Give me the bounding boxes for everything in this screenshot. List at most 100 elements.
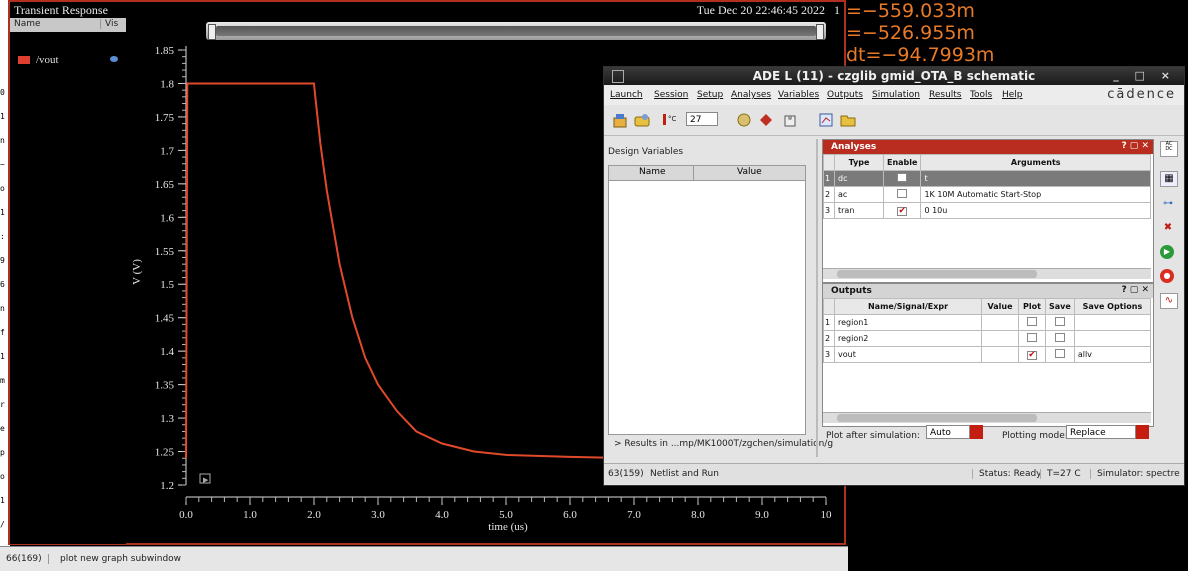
menu-simulation[interactable]: Simulation (872, 90, 920, 100)
status-count: 66(169) (6, 554, 49, 564)
save-checkbox[interactable] (1054, 349, 1065, 358)
chevron-down-icon[interactable] (970, 425, 983, 439)
ade-titlebar[interactable]: ADE L (11) - czglib gmid_OTA_B schematic… (604, 67, 1184, 85)
edit-variables-icon[interactable] (758, 112, 774, 128)
save-checkbox[interactable] (1054, 317, 1065, 326)
plot-after-dropdown[interactable]: Auto (926, 425, 970, 439)
dv-col-name: Name (639, 167, 666, 177)
open-state-icon[interactable] (634, 112, 650, 128)
scroll-thumb[interactable] (837, 270, 1037, 278)
netlist-icon[interactable]: ⊶ (1160, 197, 1176, 211)
table-row[interactable]: 2 ac 1K 10M Automatic Start-Stop (823, 186, 1151, 203)
design-variables-header: Name Value (609, 166, 805, 181)
save-options (1073, 314, 1152, 331)
left-strip-char: n (0, 304, 5, 313)
plot-waveform-icon[interactable]: ∿ (1160, 293, 1178, 309)
x-tick-label: 9.0 (755, 509, 769, 521)
menu-setup[interactable]: Setup (697, 90, 723, 100)
enable-checkbox-checked[interactable]: ✔ (897, 206, 908, 216)
time-range-track[interactable] (216, 26, 816, 36)
row-number: 1 (823, 314, 835, 331)
temperature-icon[interactable]: °C (660, 112, 676, 128)
y-tick-label: 1.65 (155, 179, 175, 191)
visibility-eye-icon[interactable] (110, 56, 118, 62)
waveform-status-bar: 66(169) plot new graph subwindow (0, 546, 848, 571)
time-range-left-handle[interactable] (208, 24, 216, 40)
y-tick-label: 1.6 (160, 212, 174, 224)
enable-checkbox[interactable] (897, 189, 908, 198)
launch-icon[interactable] (612, 112, 628, 128)
menu-outputs[interactable]: Outputs (827, 90, 863, 100)
grid-icon[interactable]: ▦ (1160, 171, 1178, 187)
y-tick-label: 1.25 (155, 447, 175, 459)
left-strip-char: / (0, 520, 5, 529)
plot-checkbox[interactable] (1027, 317, 1037, 326)
menu-session[interactable]: Session (654, 90, 688, 100)
choose-analyses-icon[interactable] (736, 112, 752, 128)
y-tick-label: 1.5 (160, 279, 174, 291)
time-range-scrollbar[interactable] (206, 22, 826, 40)
table-row[interactable]: 1 dc t (823, 170, 1151, 187)
panel-controls[interactable]: ? ▢ ✕ (1121, 285, 1149, 295)
y-tick-label: 1.3 (160, 413, 174, 425)
signal-legend: Name Vis /vout (10, 18, 126, 544)
menu-analyses[interactable]: Analyses (731, 90, 771, 100)
window-controls[interactable]: _ □ × (1113, 69, 1176, 82)
svg-text:°C: °C (668, 115, 676, 123)
left-strip-char: 6 (0, 280, 5, 289)
left-strip-char: 0 (0, 88, 5, 97)
menu-results[interactable]: Results (929, 90, 962, 100)
menu-variables[interactable]: Variables (778, 90, 819, 100)
table-row[interactable]: 3 tran ✔ 0 10u (823, 202, 1151, 219)
panel-controls[interactable]: ? ▢ ✕ (1121, 141, 1149, 151)
design-variables-table[interactable]: Name Value (608, 165, 806, 435)
x-tick-label: 7.0 (627, 509, 641, 521)
output-name: region2 (834, 330, 982, 347)
plot-checkbox[interactable] (1027, 333, 1037, 342)
plot-checkbox-checked[interactable]: ✔ (1027, 350, 1037, 360)
status-message: plot new graph subwindow (60, 554, 182, 564)
table-row[interactable]: 3 vout ✔ allv (823, 346, 1152, 363)
folder-icon[interactable] (840, 112, 856, 128)
menu-help[interactable]: Help (1002, 90, 1023, 100)
outputs-table: Name/Signal/Expr Value Plot Save Save Op… (823, 298, 1152, 363)
time-range-right-handle[interactable] (816, 24, 824, 40)
table-row[interactable]: 2 region2 (823, 330, 1152, 347)
readout-line: =−526.955m (846, 22, 975, 44)
plotting-mode-dropdown[interactable]: Replace (1066, 425, 1136, 439)
table-row[interactable]: 1 region1 (823, 314, 1152, 331)
analysis-list-icon[interactable]: AC DC (1160, 141, 1178, 157)
save-checkbox[interactable] (1054, 333, 1065, 342)
legend-signal-vout[interactable]: /vout (18, 54, 59, 66)
menu-tools[interactable]: Tools (970, 90, 992, 100)
run-icon[interactable]: ▶ (1160, 245, 1174, 259)
delete-icon[interactable]: ✖ (1160, 221, 1176, 235)
status-message: Netlist and Run (650, 469, 719, 479)
stop-icon[interactable]: ● (1160, 269, 1174, 283)
analyses-hscrollbar[interactable] (823, 268, 1151, 279)
plot-outputs-icon[interactable] (818, 112, 834, 128)
left-strip-char: 1 (0, 496, 5, 505)
x-axis-label: time (us) (488, 521, 528, 533)
left-strip-char: p (0, 448, 5, 457)
ade-status-bar: 63(159) Netlist and Run Status: Ready T=… (604, 463, 1184, 484)
x-tick-label: 6.0 (563, 509, 577, 521)
temperature-input[interactable]: 27 (686, 112, 718, 126)
output-value (981, 346, 1019, 363)
left-strip-char: 1 (0, 352, 5, 361)
left-strip-char: 1 (0, 208, 5, 217)
y-tick-label: 1.4 (160, 346, 174, 358)
enable-checkbox[interactable] (897, 173, 908, 182)
left-strip-char: ~ (0, 160, 5, 169)
left-strip-char: : (0, 232, 5, 241)
outputs-hscrollbar[interactable] (823, 412, 1151, 423)
pane-splitter[interactable] (816, 139, 818, 457)
menu-bar: Launch Session Setup Analyses Variables … (604, 85, 1184, 105)
analyses-title: Analyses (831, 142, 877, 152)
plot-after-label: Plot after simulation: (826, 431, 920, 441)
menu-launch[interactable]: Launch (610, 90, 643, 100)
stimulus-icon[interactable] (782, 112, 798, 128)
chevron-down-icon[interactable] (1136, 425, 1149, 439)
scroll-thumb[interactable] (837, 414, 1037, 422)
col-arguments: Arguments (920, 154, 1151, 171)
